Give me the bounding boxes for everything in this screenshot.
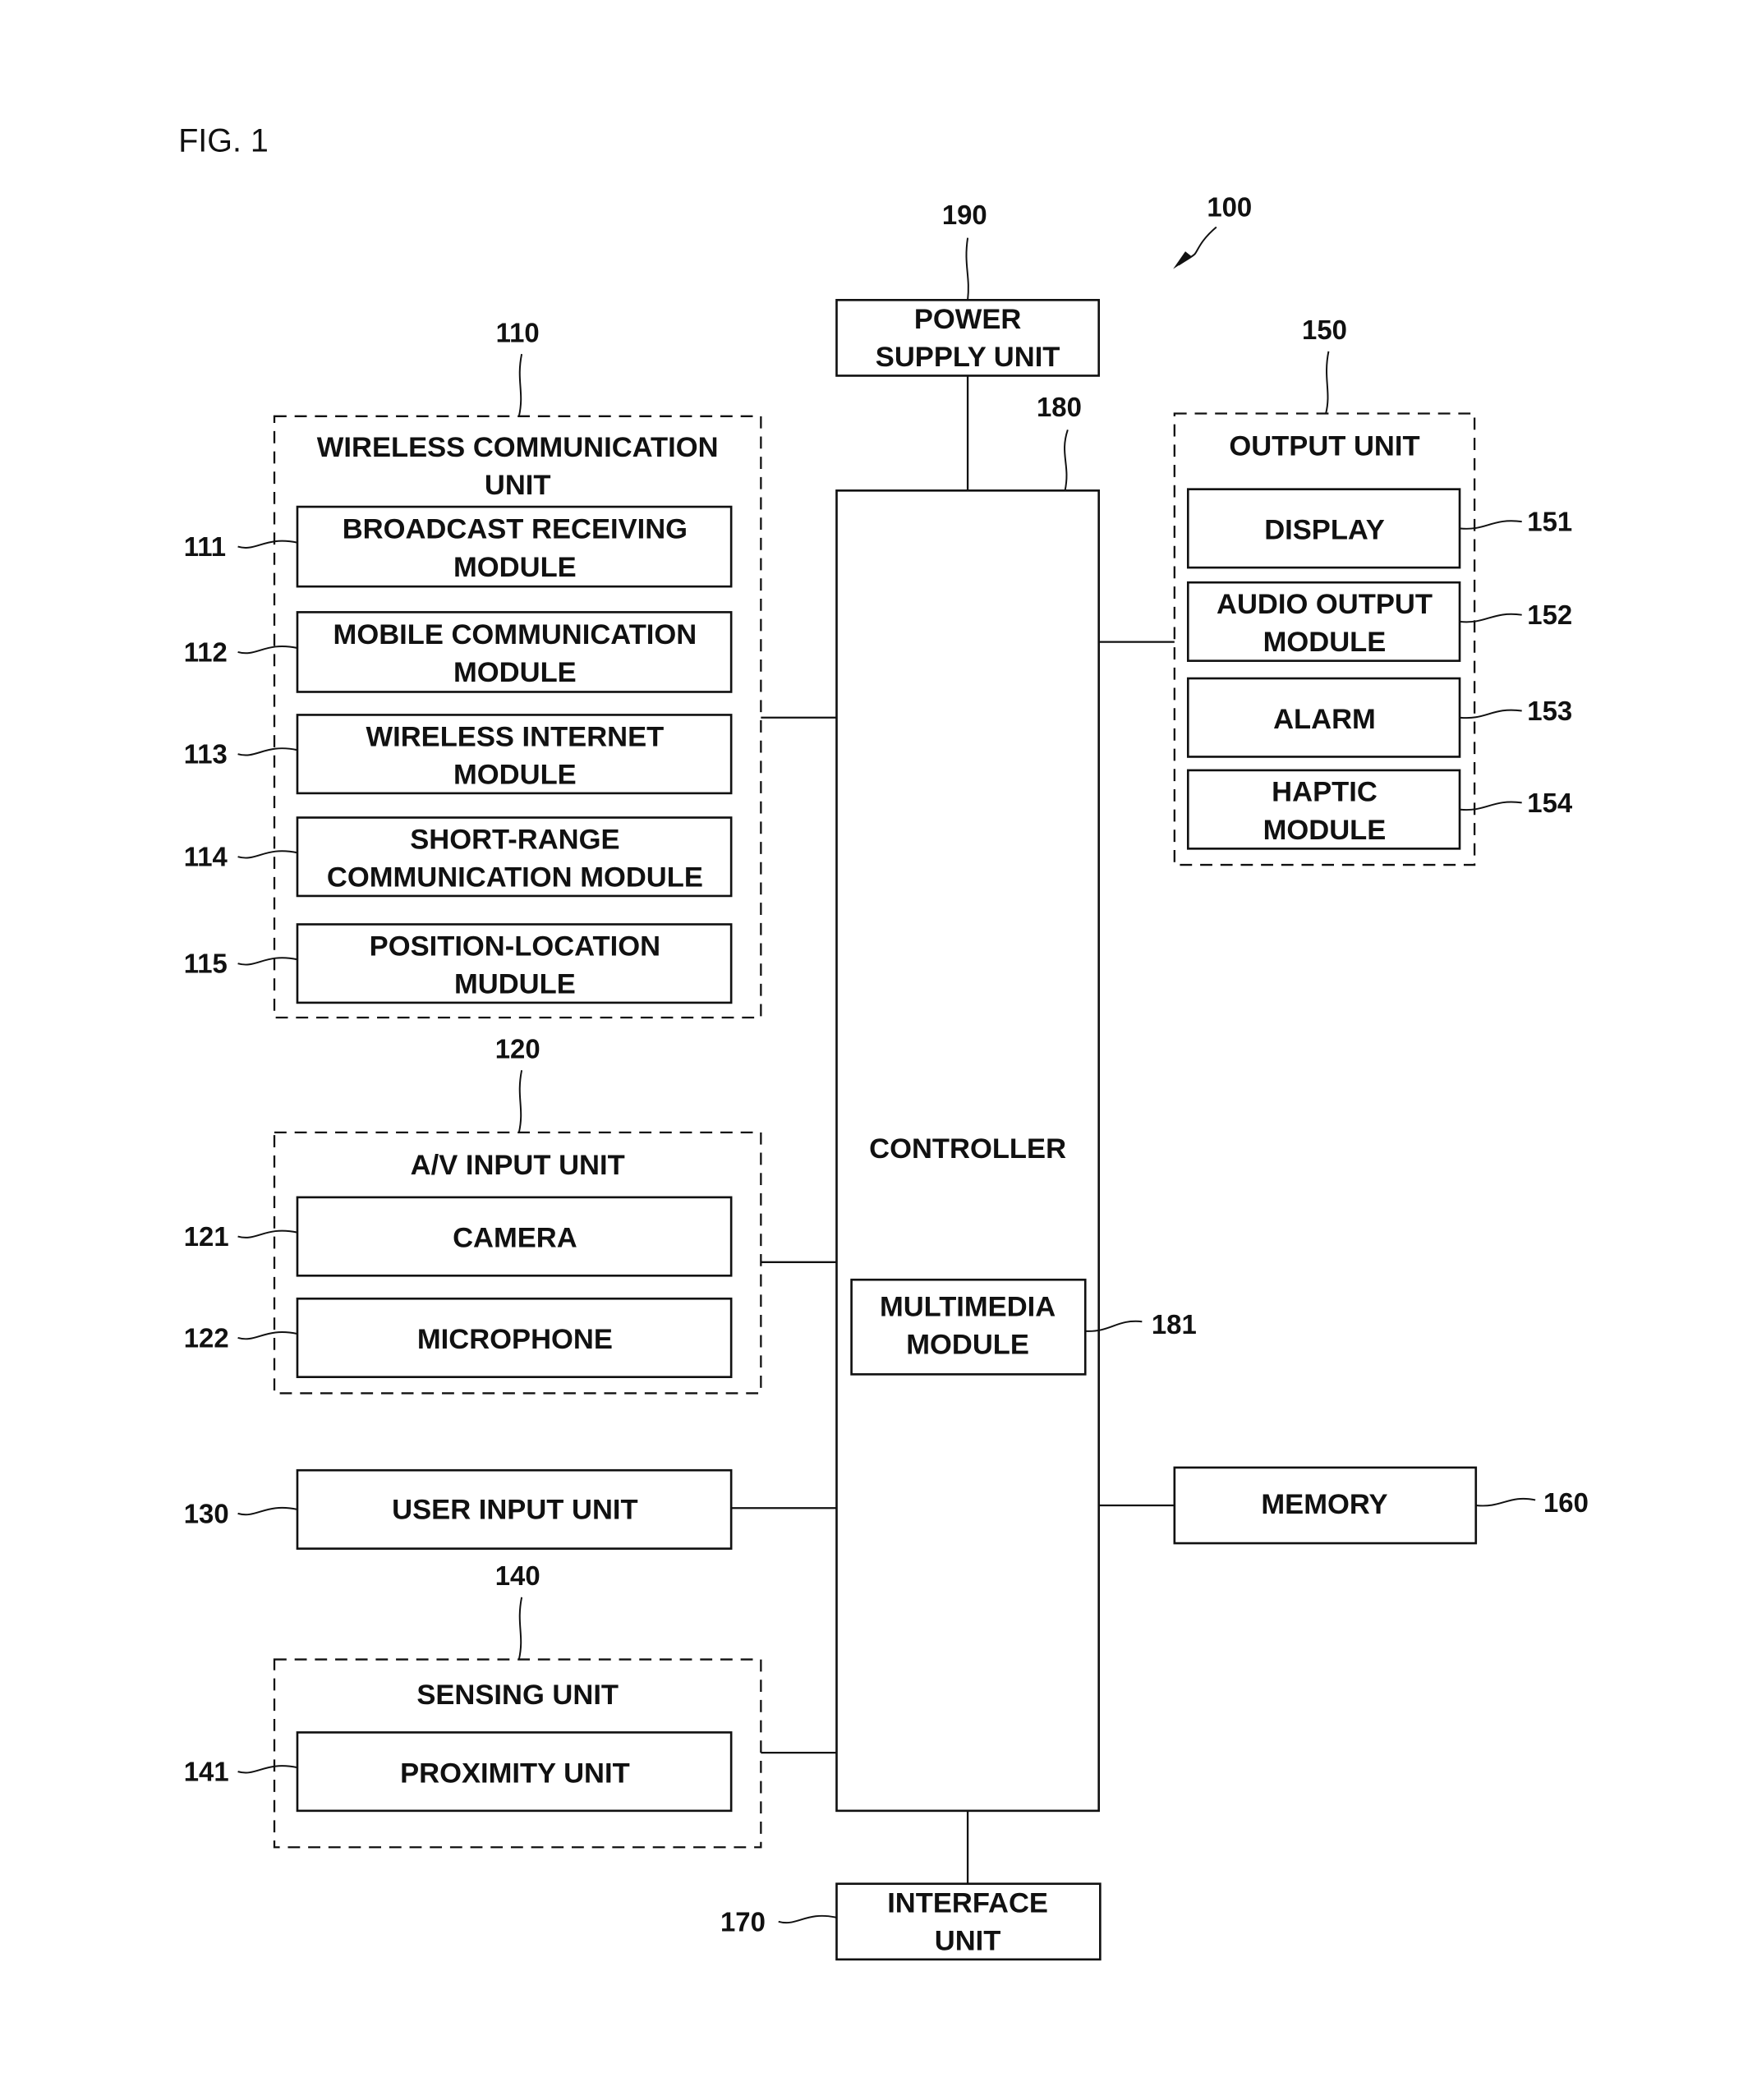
multimedia-line2: MODULE [906, 1330, 1029, 1361]
ref-160: 160 [1543, 1487, 1589, 1518]
wireless-module-label: MODULE [453, 657, 577, 688]
ref-153: 153 [1527, 696, 1572, 726]
wireless-module-label: SHORT-RANGE [410, 824, 619, 855]
leader-130 [237, 1506, 298, 1516]
ref-130: 130 [184, 1498, 229, 1528]
wireless-modules: BROADCAST RECEIVING MODULE 111 MOBILE COMMU… [184, 505, 733, 1004]
figure-title: FIG. 1 [178, 122, 269, 159]
leader-160 [1475, 1497, 1536, 1507]
leader-121 [237, 1229, 298, 1238]
wireless-module-label: MODULE [453, 552, 577, 583]
sensing-module-label: PROXIMITY UNIT [400, 1758, 630, 1789]
leader-190 [965, 237, 969, 301]
sensing-modules: PROXIMITY UNIT 141 [184, 1731, 733, 1813]
av-modules: CAMERA 121 MICROPHONE 122 [184, 1196, 733, 1378]
ref-190: 190 [942, 200, 987, 230]
ref-154: 154 [1527, 788, 1573, 818]
output-modules: DISPLAY 151 AUDIO OUTPUT MODULE 152 ALARM 153 H… [1186, 488, 1573, 850]
wireless-module-label: COMMUNICATION MODULE [327, 862, 703, 893]
ref-100: 100 [1207, 191, 1252, 222]
ref-113: 113 [184, 739, 228, 770]
ref-151: 151 [1527, 507, 1572, 537]
av-module-label: CAMERA [453, 1223, 577, 1254]
interface-line2: UNIT [935, 1925, 1001, 1956]
ref-122: 122 [184, 1322, 229, 1353]
output-module-label: DISPLAY [1264, 515, 1385, 546]
ref-110: 110 [496, 317, 540, 347]
block-diagram: FIG. 1 100 190 POWER SUPPLY UNIT 180 CON… [178, 122, 1589, 1961]
ref-120: 120 [495, 1033, 540, 1064]
user-input-label: USER INPUT UNIT [392, 1494, 637, 1525]
leader-122 [237, 1331, 298, 1340]
ref-152: 152 [1527, 600, 1572, 630]
ref-112: 112 [184, 636, 228, 667]
controller-label: CONTROLLER [869, 1133, 1066, 1165]
leader-120 [517, 1069, 523, 1133]
leader-170 [778, 1914, 837, 1923]
output-module-label: MODULE [1263, 815, 1387, 846]
leader-110 [517, 353, 523, 417]
ref-111: 111 [184, 531, 226, 562]
power-supply-line2: SUPPLY UNIT [876, 342, 1060, 373]
output-module-label: MODULE [1263, 627, 1387, 658]
sensing-label: SENSING UNIT [416, 1680, 619, 1711]
leader-153 [1459, 709, 1522, 719]
leader-141 [237, 1765, 298, 1774]
output-module-label: HAPTIC [1272, 777, 1378, 808]
leader-180 [1064, 429, 1069, 491]
leader-150 [1325, 351, 1330, 414]
wireless-module-label: MUDULE [454, 968, 576, 999]
ref-140: 140 [495, 1560, 540, 1591]
leader-154 [1459, 801, 1522, 811]
leader-111 [237, 540, 298, 549]
leader-113 [237, 747, 298, 756]
wireless-module-label: BROADCAST RECEIVING [343, 514, 688, 545]
av-module-label: MICROPHONE [417, 1324, 613, 1355]
leader-151 [1459, 520, 1522, 530]
wireless-module-label: WIRELESS INTERNET [366, 721, 665, 752]
output-module-label: ALARM [1273, 704, 1376, 735]
leader-152 [1459, 613, 1522, 623]
wireless-module-label: MOBILE COMMUNICATION [333, 619, 697, 650]
arrowhead-icon [1173, 251, 1193, 269]
wireless-module-label: MODULE [453, 759, 577, 790]
ref-181: 181 [1152, 1309, 1197, 1339]
leader-140 [517, 1597, 523, 1660]
wireless-module-label: POSITION-LOCATION [370, 931, 660, 962]
multimedia-line1: MULTIMEDIA [880, 1292, 1056, 1323]
av-input-label: A/V INPUT UNIT [411, 1150, 625, 1181]
ref-115: 115 [184, 949, 228, 979]
ref-180: 180 [1037, 392, 1082, 422]
power-supply-line1: POWER [914, 304, 1022, 335]
wireless-line2: UNIT [485, 470, 551, 501]
ref-141: 141 [184, 1757, 229, 1787]
memory-label: MEMORY [1261, 1489, 1387, 1520]
leader-115 [237, 957, 298, 966]
ref-121: 121 [184, 1221, 229, 1252]
interface-line1: INTERFACE [887, 1887, 1048, 1918]
wireless-line1: WIRELESS COMMUNICATION [317, 432, 719, 463]
output-label: OUTPUT UNIT [1229, 431, 1419, 462]
ref-170: 170 [720, 1906, 766, 1937]
ref-114: 114 [184, 842, 228, 872]
ref-150: 150 [1302, 315, 1347, 345]
output-module-label: AUDIO OUTPUT [1217, 589, 1433, 620]
leader-112 [237, 645, 298, 655]
leader-114 [237, 850, 298, 859]
